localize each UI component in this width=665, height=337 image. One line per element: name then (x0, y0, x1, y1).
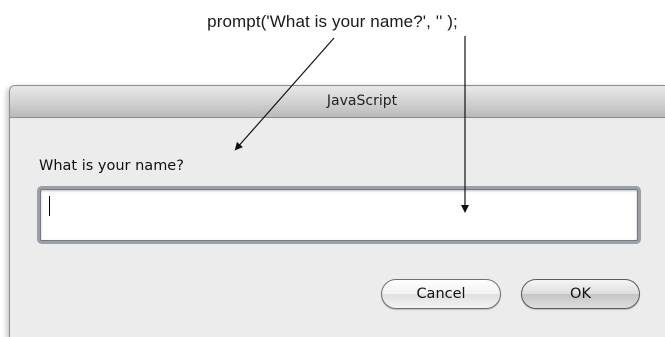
ok-button[interactable]: OK (521, 279, 640, 309)
code-caption: prompt('What is your name?', '' ); (207, 12, 458, 31)
prompt-input[interactable] (40, 189, 638, 241)
dialog-titlebar[interactable]: JavaScript (10, 86, 665, 118)
prompt-message: What is your name? (39, 158, 184, 174)
dialog-title: JavaScript (326, 93, 398, 109)
text-caret (49, 196, 50, 216)
figure: prompt('What is your name?', '' ); JavaS… (0, 0, 665, 337)
prompt-dialog: JavaScript What is your name? Cancel OK (9, 85, 665, 337)
cancel-button[interactable]: Cancel (381, 279, 501, 309)
